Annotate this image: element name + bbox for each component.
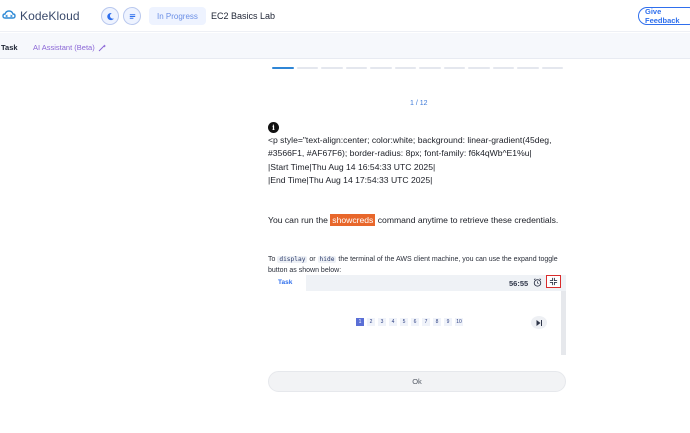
progress-step[interactable]: [541, 67, 563, 69]
lab-title: EC2 Basics Lab: [211, 11, 276, 21]
preview-page-number: 7: [422, 318, 430, 326]
skip-next-icon: [536, 319, 542, 326]
preview-page-number: 6: [411, 318, 419, 326]
status-badge: In Progress: [149, 7, 206, 25]
magic-wand-icon: [98, 44, 106, 51]
list-icon: [129, 13, 135, 19]
alarm-clock-icon: [533, 278, 542, 287]
preview-page-number: 5: [400, 318, 408, 326]
code-display: display: [277, 256, 308, 263]
raw-html-line: |End Time|Thu Aug 14 17:54:33 UTC 2025|: [268, 175, 433, 186]
page-counter: 1 / 12: [410, 100, 428, 107]
toggle-text: or: [307, 256, 318, 263]
brand-logo[interactable]: KodeKloud: [2, 9, 80, 23]
progress-step[interactable]: [272, 67, 294, 69]
raw-html-line: |Start Time|Thu Aug 14 16:54:33 UTC 2025…: [268, 161, 436, 172]
code-hide: hide: [317, 256, 337, 263]
tab-ai-assistant[interactable]: AI Assistant (Beta): [33, 43, 106, 52]
preview-page-number: 9: [444, 318, 452, 326]
toggle-preview-image: Task 56:55 1 2 3 4 5 6 7 8 9 10: [268, 273, 566, 355]
preview-page-number: 8: [433, 318, 441, 326]
preview-page-number: 10: [455, 318, 463, 326]
give-feedback-button[interactable]: Give Feedback: [638, 7, 690, 25]
tab-ai-assistant-label: AI Assistant (Beta): [33, 43, 95, 52]
progress-step[interactable]: [468, 67, 490, 69]
top-bar: KodeKloud In Progress EC2 Basics Lab Giv…: [0, 0, 690, 32]
brand-name: KodeKloud: [20, 9, 80, 23]
progress-step[interactable]: [296, 67, 318, 69]
info-icon: i: [268, 122, 279, 133]
showcreds-command: showcreds: [330, 214, 376, 226]
theme-toggle-button[interactable]: [101, 7, 119, 25]
credentials-hint-prefix: You can run the: [268, 215, 331, 225]
progress-step[interactable]: [370, 67, 392, 69]
preview-next-icon: [531, 316, 547, 329]
progress-step[interactable]: [492, 67, 514, 69]
expand-toggle-icon: [546, 275, 561, 288]
preview-pagination: 1 2 3 4 5 6 7 8 9 10: [356, 318, 463, 326]
preview-page-number: 4: [389, 318, 397, 326]
tab-task[interactable]: Task: [1, 43, 18, 52]
preview-timer: 56:55: [509, 279, 529, 288]
raw-html-line: #3566F1, #AF67F6); border-radius: 8px; f…: [268, 148, 532, 159]
tab-bar: Task AI Assistant (Beta): [0, 33, 690, 59]
collapse-arrows-icon: [549, 277, 558, 286]
progress-step[interactable]: [419, 67, 441, 69]
raw-html-line: <p style="text-align:center; color:white…: [268, 135, 552, 145]
credentials-hint-suffix: command anytime to retrieve these creden…: [375, 215, 559, 225]
menu-button[interactable]: [123, 7, 141, 25]
credentials-hint: You can run the showcreds command anytim…: [268, 214, 559, 226]
ok-button[interactable]: Ok: [268, 371, 566, 392]
progress-step[interactable]: [443, 67, 465, 69]
kodekloud-logo-icon: [2, 10, 16, 19]
preview-tab-task: Task: [278, 279, 293, 286]
progress-steps: [272, 67, 563, 69]
toggle-text: To: [268, 256, 278, 263]
preview-side-strip: [561, 291, 566, 355]
progress-step[interactable]: [345, 67, 367, 69]
preview-page-number: 1: [356, 318, 364, 326]
progress-step[interactable]: [321, 67, 343, 69]
preview-page-number: 2: [367, 318, 375, 326]
moon-icon: [106, 12, 114, 20]
preview-page-number: 3: [378, 318, 386, 326]
progress-step[interactable]: [394, 67, 416, 69]
raw-html-block: <p style="text-align:center; color:white…: [268, 134, 568, 188]
progress-step[interactable]: [517, 67, 539, 69]
